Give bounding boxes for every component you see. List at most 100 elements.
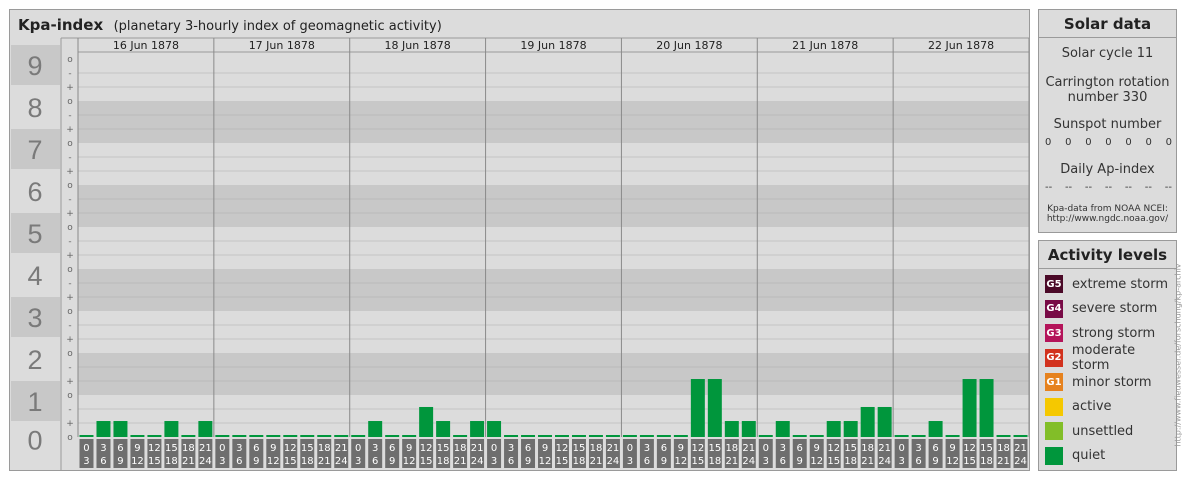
interval-start-label: 12 (148, 443, 161, 454)
sunspot-value: 0 (1085, 137, 1092, 148)
interval-end-label: 12 (539, 456, 552, 467)
day-label: 19 Jun 1878 (520, 39, 586, 52)
y-minor-tick: o (67, 265, 73, 275)
interval-start-label: 18 (997, 443, 1010, 454)
interval-start-label: 18 (725, 443, 738, 454)
y-tick-label: 6 (27, 177, 42, 207)
interval-start-label: 21 (335, 443, 348, 454)
level-band (78, 185, 1029, 227)
level-swatch: G4 (1045, 299, 1063, 318)
source-link[interactable]: http://www.ngdc.noaa.gov/ (1039, 214, 1176, 224)
interval-start-label: 3 (236, 443, 242, 454)
interval-end-label: 15 (420, 456, 433, 467)
interval-end-label: 9 (117, 456, 123, 467)
kp-bar (436, 421, 451, 437)
interval-start-label: 21 (1014, 443, 1027, 454)
level-band (78, 269, 1029, 311)
level-label: severe storm (1072, 301, 1158, 316)
interval-end-label: 21 (997, 456, 1010, 467)
interval-end-label: 6 (644, 456, 650, 467)
kp-bar (198, 421, 213, 437)
y-minor-tick: - (68, 237, 71, 247)
activity-levels-heading: Activity levels (1039, 241, 1176, 269)
interval-end-label: 21 (318, 456, 331, 467)
interval-end-label: 6 (100, 456, 106, 467)
y-tick-label: 7 (27, 135, 42, 165)
sunspot-value: 0 (1045, 137, 1052, 148)
y-tick-label: 0 (27, 426, 42, 456)
level-band (78, 311, 1029, 353)
interval-end-label: 12 (674, 456, 687, 467)
y-minor-tick: + (66, 167, 74, 177)
level-band (78, 227, 1029, 269)
activity-level-item: G5 extreme storm (1045, 274, 1168, 294)
interval-start-label: 3 (644, 443, 650, 454)
kp-bar (571, 435, 586, 437)
interval-end-label: 12 (131, 456, 144, 467)
carrington-line2: number 330 (1067, 90, 1148, 105)
y-minor-tick: o (67, 433, 73, 443)
interval-end-label: 3 (898, 456, 904, 467)
y-minor-tick: - (68, 321, 71, 331)
sunspot-value: 0 (1125, 137, 1132, 148)
interval-start-label: 6 (797, 443, 803, 454)
kp-bar (521, 435, 536, 437)
interval-start-label: 9 (814, 443, 820, 454)
level-label: strong storm (1072, 325, 1156, 341)
kp-bar (79, 435, 94, 437)
y-minor-tick: o (67, 349, 73, 359)
interval-end-label: 18 (708, 456, 721, 467)
interval-start-label: 6 (525, 443, 531, 454)
interval-start-label: 6 (389, 443, 395, 454)
kp-bar (588, 435, 603, 437)
interval-start-label: 9 (270, 443, 276, 454)
interval-end-label: 24 (607, 456, 620, 467)
day-label: 22 Jun 1878 (928, 39, 994, 52)
kp-bar (470, 421, 485, 437)
interval-end-label: 15 (148, 456, 161, 467)
solar-cycle: Solar cycle 11 (1061, 46, 1154, 61)
kp-bar (351, 435, 366, 437)
interval-end-label: 6 (780, 456, 786, 467)
interval-start-label: 15 (165, 443, 178, 454)
kp-bar (996, 435, 1011, 437)
kp-bar (1013, 435, 1028, 437)
y-minor-tick: + (66, 293, 74, 303)
kp-bar (283, 435, 298, 437)
kp-bar (487, 421, 502, 437)
kp-bar (843, 421, 858, 437)
y-minor-tick: + (66, 209, 74, 219)
level-swatch: G5 (1045, 275, 1063, 293)
interval-start-label: 18 (590, 443, 603, 454)
kp-bar (605, 435, 620, 437)
interval-start-label: 18 (861, 443, 874, 454)
interval-start-label: 15 (708, 443, 721, 454)
kp-bar (232, 435, 247, 437)
ap-value: -- (1084, 182, 1093, 193)
kp-bar (147, 435, 162, 437)
kp-bar (639, 435, 654, 437)
kp-bar (945, 435, 960, 437)
interval-start-label: 21 (742, 443, 755, 454)
activity-levels-panel: Activity levels G5 extreme storm G4 severe … (1038, 240, 1177, 471)
day-label: 21 Jun 1878 (792, 39, 858, 52)
kp-bar (826, 421, 841, 437)
interval-start-label: 6 (661, 443, 667, 454)
kp-bar (266, 435, 281, 437)
interval-start-label: 3 (100, 443, 106, 454)
interval-end-label: 15 (284, 456, 297, 467)
interval-start-label: 12 (284, 443, 297, 454)
y-minor-tick: + (66, 335, 74, 345)
interval-end-label: 3 (763, 456, 769, 467)
interval-end-label: 3 (355, 456, 361, 467)
solar-data-heading: Solar data (1039, 10, 1176, 38)
level-swatch: G1 (1045, 373, 1063, 391)
y-minor-tick: - (68, 153, 71, 163)
source-line1: Kpa-data from NOAA NCEI: (1047, 204, 1168, 214)
kp-bar (368, 421, 383, 437)
y-minor-tick: - (68, 69, 71, 79)
kp-bar (792, 435, 807, 437)
interval-start-label: 0 (763, 443, 769, 454)
sunspot-value: 0 (1165, 137, 1172, 148)
interval-end-label: 6 (236, 456, 242, 467)
